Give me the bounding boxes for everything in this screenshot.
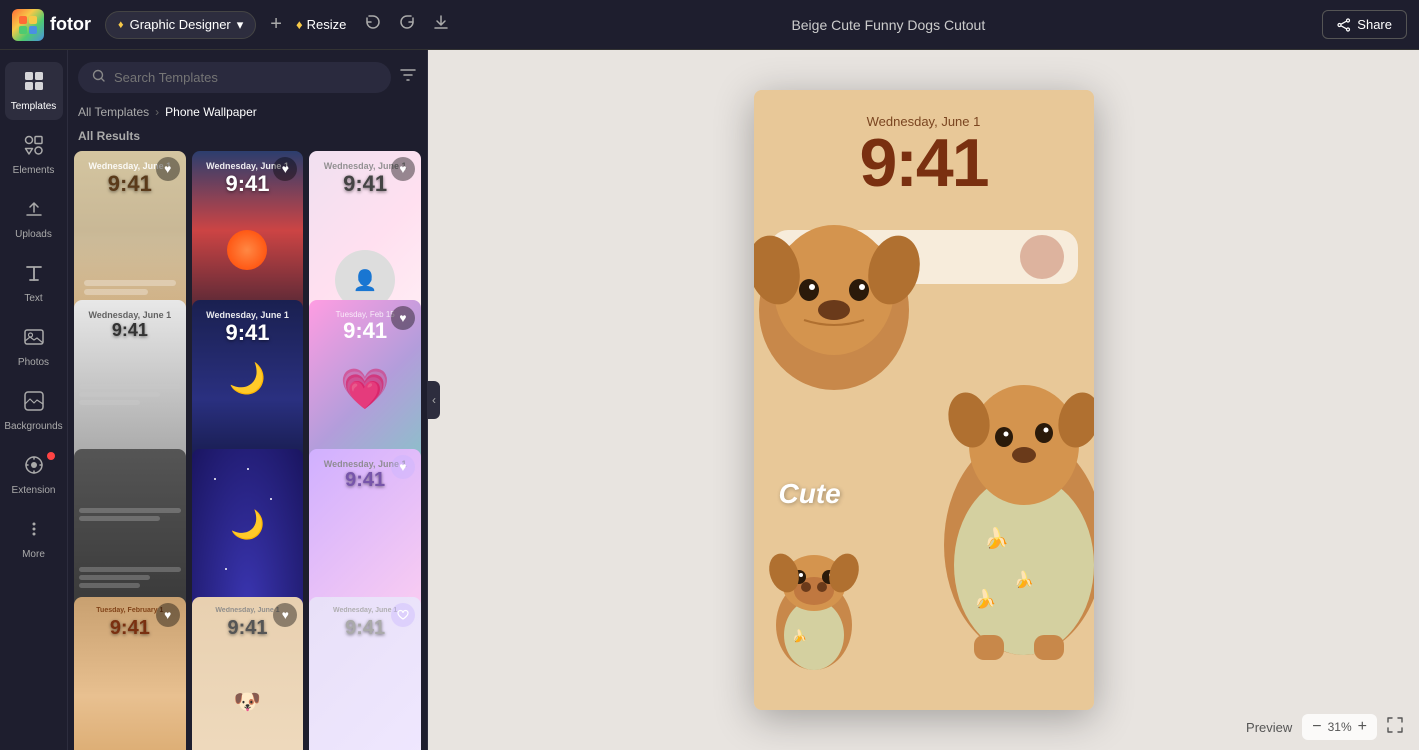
sidebar-item-extension-label: Extension: [12, 485, 56, 496]
templates-panel: All Templates › Phone Wallpaper All Resu…: [68, 50, 428, 750]
sidebar-item-uploads[interactable]: Uploads: [5, 190, 63, 248]
search-input[interactable]: [114, 70, 377, 85]
svg-text:🍌: 🍌: [974, 588, 996, 609]
template-card[interactable]: Wednesday, June 1 9:41 🐶 ♥: [192, 597, 304, 750]
favorite-button[interactable]: ♥: [391, 455, 415, 479]
photos-icon: [23, 326, 45, 354]
sidebar-item-uploads-label: Uploads: [15, 229, 52, 240]
sidebar-item-elements-label: Elements: [13, 165, 55, 176]
favorite-button[interactable]: ♥: [156, 157, 180, 181]
canvas-time: 9:41: [774, 129, 1074, 197]
main-area: Templates Elements Uploads: [0, 50, 1419, 750]
breadcrumb-parent-link[interactable]: All Templates: [78, 105, 149, 119]
svg-text:🍌: 🍌: [1014, 570, 1034, 589]
canvas: Wednesday, June 1 9:41: [754, 90, 1094, 710]
sidebar-item-photos-label: Photos: [18, 357, 49, 368]
redo-button[interactable]: [394, 9, 420, 40]
canvas-area: ‹ Wednesday, June 1 9:41: [428, 50, 1419, 750]
card-date: Wednesday, June 1: [74, 310, 186, 320]
sidebar-item-elements[interactable]: Elements: [5, 126, 63, 184]
designer-mode-button[interactable]: ♦ Graphic Designer ▾: [105, 11, 256, 39]
sidebar-item-templates-label: Templates: [11, 101, 57, 112]
card-time: 9:41: [74, 320, 186, 341]
card-time: 9:41: [192, 320, 304, 346]
uploads-icon: [23, 198, 45, 226]
save-button[interactable]: [428, 9, 454, 40]
preview-button[interactable]: Preview: [1246, 720, 1292, 735]
add-button[interactable]: +: [266, 9, 286, 40]
share-button[interactable]: Share: [1322, 10, 1407, 39]
resize-diamond-icon: ♦: [296, 17, 303, 32]
text-icon: [23, 262, 45, 290]
favorite-button[interactable]: ♥: [391, 306, 415, 330]
zoom-controls: − 31% +: [1302, 714, 1377, 740]
sidebar-item-more[interactable]: More: [5, 510, 63, 568]
zoom-out-button[interactable]: −: [1312, 718, 1321, 736]
share-label: Share: [1357, 17, 1392, 32]
dog-wallpaper: Wednesday, June 1 9:41: [754, 90, 1094, 710]
templates-grid: Wednesday, June 1 9:41 ♥ Wednesday, June…: [68, 151, 427, 750]
topbar: fotor ♦ Graphic Designer ▾ + ♦ Resize: [0, 0, 1419, 50]
templates-icon: [23, 70, 45, 98]
diamond-icon: ♦: [118, 19, 124, 31]
search-bar: [68, 50, 427, 105]
designer-label: Graphic Designer: [130, 17, 231, 32]
more-icon: [23, 518, 45, 546]
canvas-title: Beige Cute Funny Dogs Cutout: [464, 17, 1312, 33]
icon-rail: Templates Elements Uploads: [0, 50, 68, 750]
card-date: Wednesday, June 1: [192, 310, 304, 320]
fotor-wordmark: fotor: [50, 14, 91, 35]
sidebar-item-photos[interactable]: Photos: [5, 318, 63, 376]
history-actions: [360, 9, 454, 40]
breadcrumb-current: Phone Wallpaper: [165, 105, 257, 119]
fullscreen-button[interactable]: [1387, 717, 1403, 738]
sidebar-item-text[interactable]: Text: [5, 254, 63, 312]
template-card[interactable]: Tuesday, February 1 9:41 sweet love ♥: [74, 597, 186, 750]
svg-text:🍌: 🍌: [792, 629, 807, 643]
search-input-wrap: [78, 62, 391, 93]
sidebar-item-templates[interactable]: Templates: [5, 62, 63, 120]
search-icon: [92, 69, 106, 86]
sidebar-item-backgrounds[interactable]: Backgrounds: [5, 382, 63, 440]
sidebar-item-extension[interactable]: Extension: [5, 446, 63, 504]
sidebar-item-text-label: Text: [24, 293, 42, 304]
fotor-logo-icon: [12, 9, 44, 41]
results-label: All Results: [68, 125, 427, 151]
zoom-in-button[interactable]: +: [1358, 718, 1367, 736]
chevron-down-icon: ▾: [237, 17, 244, 33]
bottom-bar: Preview − 31% +: [1246, 714, 1403, 740]
zoom-level: 31%: [1328, 720, 1352, 734]
favorite-button[interactable]: ♥: [391, 157, 415, 181]
extension-icon: [23, 454, 45, 482]
template-card[interactable]: Wednesday, June 1 9:41: [309, 597, 421, 750]
favorite-button[interactable]: ♥: [156, 603, 180, 627]
collapse-panel-button[interactable]: ‹: [428, 381, 440, 419]
sidebar-item-more-label: More: [22, 549, 45, 560]
resize-label: Resize: [307, 17, 347, 32]
resize-button[interactable]: ♦ Resize: [296, 17, 346, 32]
backgrounds-icon: [23, 390, 45, 418]
sidebar-item-backgrounds-label: Backgrounds: [4, 421, 62, 432]
filter-button[interactable]: [399, 66, 417, 89]
notification-dot: [47, 452, 55, 460]
elements-icon: [23, 134, 45, 162]
undo-button[interactable]: [360, 9, 386, 40]
breadcrumb-separator: ›: [155, 105, 159, 119]
svg-text:🍌: 🍌: [984, 526, 1009, 550]
cute-text: Cute: [779, 478, 841, 510]
fotor-logo: fotor: [12, 9, 91, 41]
breadcrumb: All Templates › Phone Wallpaper: [68, 105, 427, 125]
